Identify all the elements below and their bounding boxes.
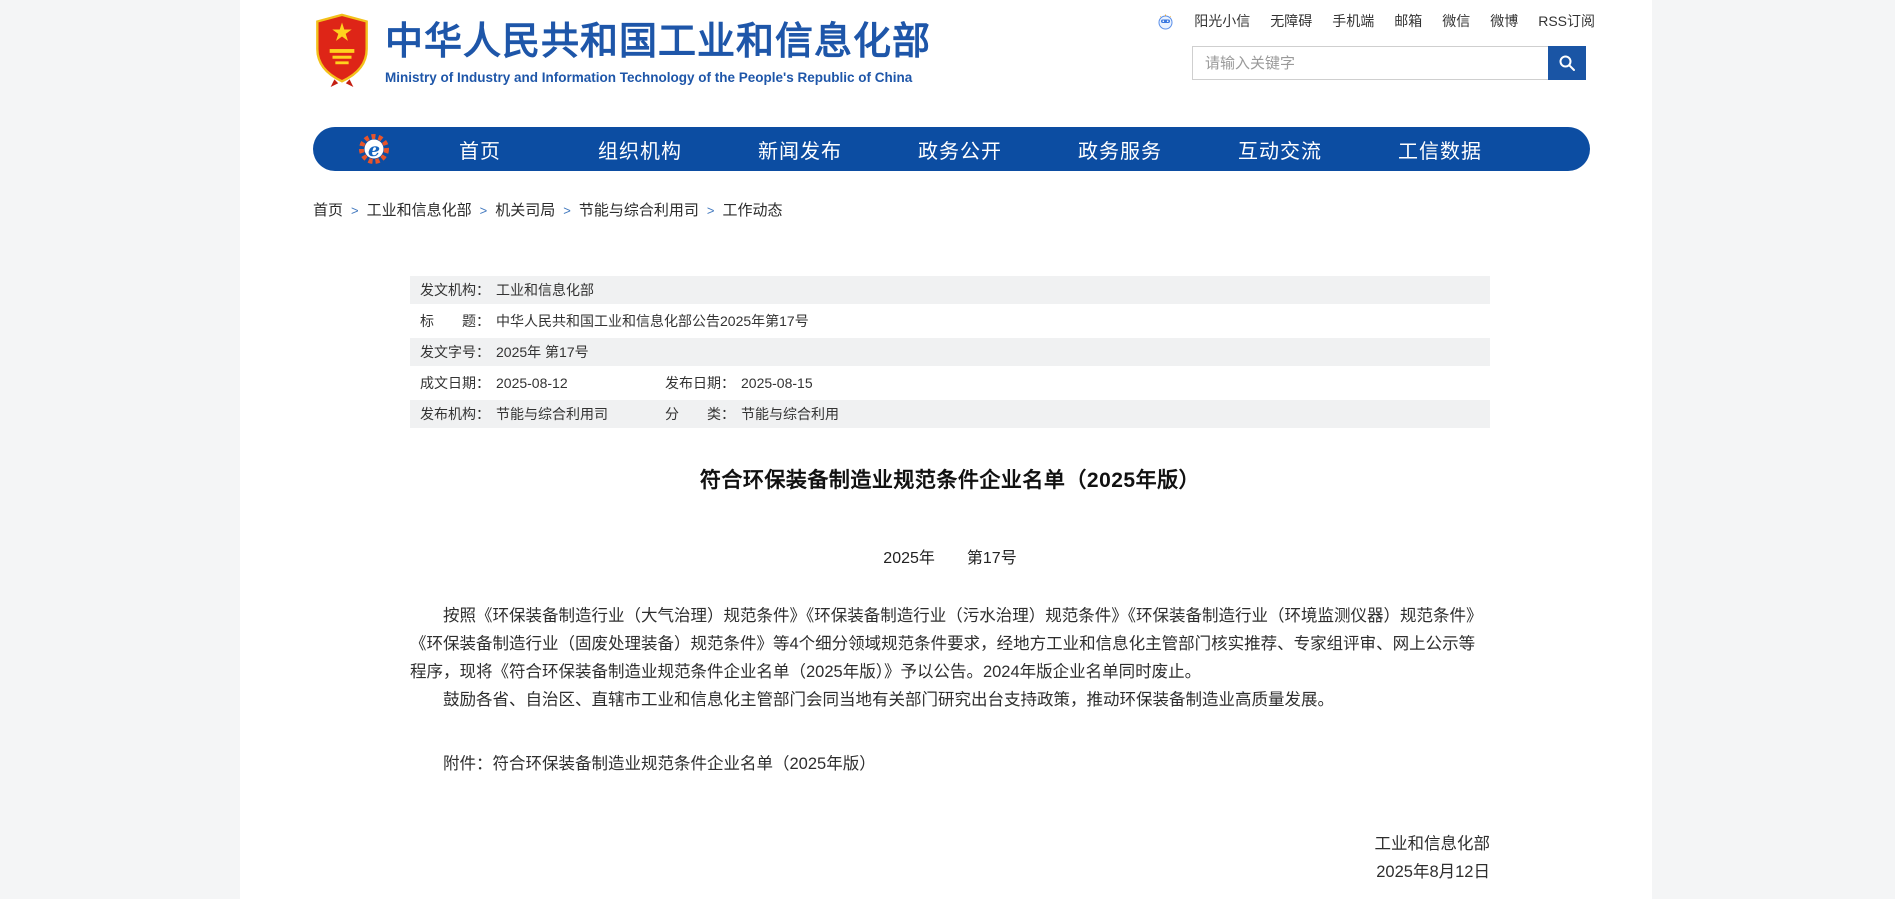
signature-block: 工业和信息化部 2025年8月12日 [410,830,1490,886]
article: 发文机构：工业和信息化部标 题：中华人民共和国工业和信息化部公告2025年第17… [410,276,1490,886]
page: 阳光小信无障碍手机端邮箱微信微博 RSS订阅 [0,0,1895,899]
doc-info-label: 发布机构： [420,406,490,422]
breadcrumb-item-3[interactable]: 节能与综合利用司 [579,202,699,219]
utility-link-4[interactable]: 微信 [1442,11,1470,31]
doc-info-row-1: 标 题： 中华人民共和国工业和信息化部公告2025年第17号 [410,307,1490,335]
article-paragraph-1: 鼓励各省、自治区、直辖市工业和信息化主管部门会同当地有关部门研究出台支持政策，推… [410,686,1490,714]
doc-info-value: 工业和信息化部 [496,282,594,298]
doc-info-value: 2025年 第17号 [496,344,589,360]
doc-info-cell: 发布机构： 节能与综合利用司 [420,400,608,428]
breadcrumb-separator: > [480,203,488,218]
utility-link-2[interactable]: 手机端 [1332,11,1374,31]
doc-info-label: 发文字号： [420,344,490,360]
utility-link-3[interactable]: 邮箱 [1394,11,1422,31]
utility-link-5[interactable]: 微博 [1490,11,1518,31]
doc-info-table: 发文机构： 工业和信息化部标 题： 中华人民共和国工业和信息化部公告2025年第17… [410,276,1490,428]
sunshine-robot-icon [1157,13,1174,30]
nav-item-6[interactable]: 工信数据 [1360,135,1520,164]
doc-info-value: 节能与综合利用司 [496,406,608,422]
doc-info-cell: 分 类： 节能与综合利用 [665,400,839,428]
doc-info-value: 2025-08-12 [496,375,568,391]
utility-bar: 阳光小信无障碍手机端邮箱微信微博 RSS订阅 [1157,11,1595,31]
breadcrumb-item-2[interactable]: 机关司局 [495,202,555,219]
search-button[interactable] [1548,46,1586,80]
breadcrumb-item-4: 工作动态 [722,202,782,219]
utility-link-0[interactable]: 阳光小信 [1194,11,1250,31]
national-emblem-icon [313,13,371,92]
signature-org: 工业和信息化部 [410,830,1490,858]
doc-number: 2025年 第17号 [410,544,1490,568]
doc-info-label: 发布日期： [665,375,735,391]
doc-info-label: 成文日期： [420,375,490,391]
main-nav: e 首页组织机构新闻发布政务公开政务服务互动交流工信数据 [313,127,1590,171]
breadcrumb-item-1[interactable]: 工业和信息化部 [367,202,472,219]
attachment-link[interactable]: 附件：符合环保装备制造业规范条件企业名单（2025年版） [410,750,1490,774]
doc-info-value: 节能与综合利用 [741,406,839,422]
nav-item-1[interactable]: 组织机构 [560,135,720,164]
doc-info-cell: 发文机构： 工业和信息化部 [420,276,594,304]
site-brand: 中华人民共和国工业和信息化部 Ministry of Industry and … [313,13,931,92]
breadcrumb: 首页 > 工业和信息化部 > 机关司局 > 节能与综合利用司 > 工作动态 [313,199,782,220]
search-bar [1192,46,1586,80]
doc-info-cell: 发文字号： 2025年 第17号 [420,338,589,366]
doc-info-value: 中华人民共和国工业和信息化部公告2025年第17号 [496,313,809,329]
doc-info-cell: 发布日期： 2025-08-15 [665,369,813,397]
search-input[interactable] [1192,46,1548,80]
doc-info-row-0: 发文机构： 工业和信息化部 [410,276,1490,304]
utility-link-6[interactable]: RSS订阅 [1538,11,1595,31]
breadcrumb-separator: > [351,203,359,218]
nav-item-2[interactable]: 新闻发布 [720,135,880,164]
breadcrumb-separator: > [563,203,571,218]
search-icon [1558,54,1576,72]
doc-info-cell: 标 题： 中华人民共和国工业和信息化部公告2025年第17号 [420,307,809,335]
nav-item-3[interactable]: 政务公开 [880,135,1040,164]
doc-info-label: 分 类： [665,406,735,422]
nav-item-4[interactable]: 政务服务 [1040,135,1200,164]
article-body: 按照《环保装备制造行业（大气治理）规范条件》《环保装备制造行业（污水治理）规范条… [410,602,1490,714]
nav-item-5[interactable]: 互动交流 [1200,135,1360,164]
breadcrumb-separator: > [707,203,715,218]
site-subtitle: Ministry of Industry and Information Tec… [385,70,931,85]
utility-link-1[interactable]: 无障碍 [1270,11,1312,31]
doc-info-row-2: 发文字号： 2025年 第17号 [410,338,1490,366]
nav-item-0[interactable]: 首页 [400,135,560,164]
doc-info-row-3: 成文日期： 2025-08-12 发布日期： 2025-08-15 [410,369,1490,397]
doc-info-label: 标 题： [420,313,490,329]
breadcrumb-item-0[interactable]: 首页 [313,202,343,219]
article-paragraph-0: 按照《环保装备制造行业（大气治理）规范条件》《环保装备制造行业（污水治理）规范条… [410,602,1490,686]
site-title: 中华人民共和国工业和信息化部 [385,22,931,64]
doc-info-value: 2025-08-15 [741,375,813,391]
doc-info-cell: 成文日期： 2025-08-12 [420,369,568,397]
signature-date: 2025年8月12日 [410,858,1490,886]
article-title: 符合环保装备制造业规范条件企业名单（2025年版） [410,464,1490,494]
miit-gear-logo-icon: e [358,133,390,165]
svg-text:e: e [368,139,380,161]
doc-info-label: 发文机构： [420,282,490,298]
doc-info-row-4: 发布机构： 节能与综合利用司 分 类： 节能与综合利用 [410,400,1490,428]
